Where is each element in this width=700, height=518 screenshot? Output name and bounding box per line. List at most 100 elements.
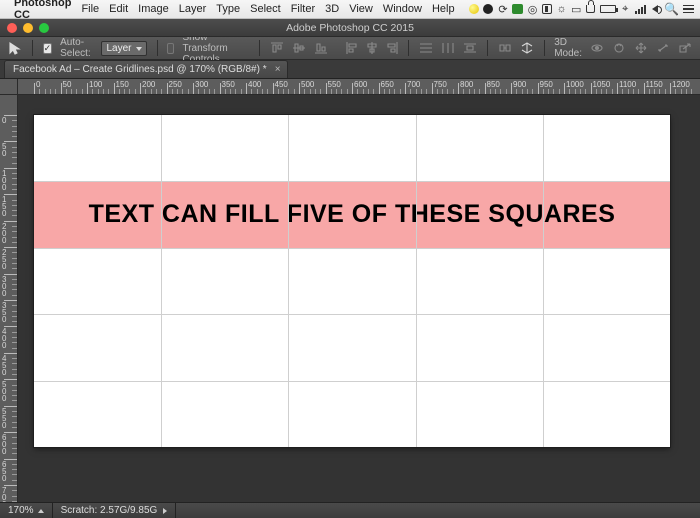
- show-transform-checkbox[interactable]: [167, 43, 174, 54]
- auto-select-checkbox[interactable]: ✓: [43, 43, 53, 54]
- canvas-text: TEXT CAN FILL FIVE OF THESE SQUARES: [89, 200, 616, 229]
- document-tab[interactable]: Facebook Ad – Create Gridlines.psd @ 170…: [4, 60, 288, 78]
- options-bar: ✓ Auto-Select: Layer Show Transform Cont…: [0, 37, 700, 60]
- lock-icon[interactable]: [585, 2, 596, 16]
- align-vertical-centers-icon[interactable]: [292, 40, 306, 56]
- distribute-top-icon[interactable]: [419, 40, 433, 56]
- status-bar: 170% Scratch: 2.57G/9.85G: [0, 502, 700, 518]
- menu-3d[interactable]: 3D: [325, 3, 339, 15]
- canvas-viewport[interactable]: TEXT CAN FILL FIVE OF THESE SQUARES: [18, 95, 700, 502]
- highlighted-grid-row: TEXT CAN FILL FIVE OF THESE SQUARES: [34, 181, 670, 247]
- gridline-horizontal: [34, 248, 670, 249]
- menu-image[interactable]: Image: [138, 3, 169, 15]
- close-tab-icon[interactable]: ×: [275, 64, 281, 75]
- gridline-vertical: [161, 115, 162, 447]
- ruler-tick-label: 500: [301, 80, 314, 89]
- move-tool-icon[interactable]: [8, 40, 22, 56]
- menu-edit[interactable]: Edit: [109, 3, 128, 15]
- gridline-horizontal: [34, 314, 670, 315]
- ruler-tick-label: 950: [540, 80, 553, 89]
- document-tab-label: Facebook Ad – Create Gridlines.psd @ 170…: [13, 64, 267, 75]
- ruler-tick-label: 200: [2, 223, 12, 244]
- chrome-icon[interactable]: ◎: [527, 2, 538, 16]
- app-menu[interactable]: Photoshop CC: [14, 0, 71, 21]
- align-top-edges-icon[interactable]: [270, 40, 284, 56]
- canvas[interactable]: TEXT CAN FILL FIVE OF THESE SQUARES: [34, 115, 670, 447]
- menu-help[interactable]: Help: [432, 3, 455, 15]
- ruler-tick-label: 700: [2, 487, 12, 502]
- ruler-tick-label: 650: [2, 461, 12, 482]
- distribute-bottom-icon[interactable]: [463, 40, 477, 56]
- status-icon[interactable]: [469, 2, 480, 16]
- vertical-ruler[interactable]: 0501001502002503003504004505005506006507…: [0, 95, 18, 502]
- wifi-icon[interactable]: [635, 2, 646, 16]
- menu-window[interactable]: Window: [383, 3, 422, 15]
- ruler-tick-label: 300: [2, 276, 12, 297]
- ruler-tick-label: 500: [2, 381, 12, 402]
- workspace: 0501001502002503003504004505005506006507…: [0, 79, 700, 502]
- menu-type[interactable]: Type: [216, 3, 240, 15]
- auto-select-target-dropdown[interactable]: Layer: [101, 41, 147, 56]
- document-tab-strip: Facebook Ad – Create Gridlines.psd @ 170…: [0, 60, 700, 79]
- ruler-tick-label: 0: [36, 80, 40, 89]
- align-bottom-edges-icon[interactable]: [314, 40, 328, 56]
- status-icon[interactable]: [483, 2, 494, 16]
- ruler-tick-label: 250: [2, 249, 12, 270]
- chevron-up-icon: [38, 509, 44, 513]
- auto-align-icon[interactable]: [498, 40, 512, 56]
- ruler-tick-label: 600: [2, 434, 12, 455]
- ruler-tick-label: 800: [460, 80, 473, 89]
- ruler-tick-label: 350: [222, 80, 235, 89]
- ruler-tick-label: 450: [2, 355, 12, 376]
- menu-layer[interactable]: Layer: [179, 3, 207, 15]
- ruler-tick-label: 1000: [566, 80, 584, 89]
- battery-icon[interactable]: [600, 2, 616, 16]
- volume-icon[interactable]: [650, 2, 661, 16]
- bluetooth-icon[interactable]: ⌖: [620, 2, 631, 16]
- 3d-pan-icon[interactable]: [634, 40, 648, 56]
- ruler-tick-label: 1150: [646, 80, 663, 89]
- align-left-edges-icon[interactable]: [346, 40, 358, 56]
- ruler-tick-label: 1050: [593, 80, 611, 89]
- 3d-slide-icon[interactable]: [656, 40, 670, 56]
- ruler-tick-label: 50: [63, 80, 72, 89]
- status-icon[interactable]: ⟳: [498, 2, 509, 16]
- ruler-tick-label: 100: [89, 80, 102, 89]
- auto-select-label: Auto-Select:: [60, 37, 92, 59]
- notification-center-icon[interactable]: [683, 2, 694, 16]
- 3d-roll-icon[interactable]: [612, 40, 626, 56]
- distribute-vcenter-icon[interactable]: [441, 40, 455, 56]
- menu-view[interactable]: View: [349, 3, 373, 15]
- menu-filter[interactable]: Filter: [291, 3, 315, 15]
- ruler-tick-label: 600: [354, 80, 367, 89]
- 3d-orbit-icon[interactable]: [590, 40, 604, 56]
- gridline-horizontal: [34, 381, 670, 382]
- 3d-scale-icon[interactable]: [678, 40, 692, 56]
- ruler-tick-label: 0: [2, 117, 12, 124]
- align-horizontal-centers-icon[interactable]: [366, 40, 378, 56]
- flux-icon[interactable]: ☼: [556, 2, 567, 16]
- mode-3d-label: 3D Mode:: [554, 37, 582, 59]
- ruler-tick-label: 850: [487, 80, 500, 89]
- status-info[interactable]: Scratch: 2.57G/9.85G: [53, 503, 177, 518]
- macos-menubar: Photoshop CC File Edit Image Layer Type …: [0, 0, 700, 19]
- dropbox-icon[interactable]: [542, 2, 553, 16]
- gridline-vertical: [416, 115, 417, 447]
- ruler-tick-label: 650: [381, 80, 394, 89]
- app-titlebar: Adobe Photoshop CC 2015: [0, 19, 700, 37]
- ruler-tick-label: 900: [513, 80, 526, 89]
- display-icon[interactable]: ▭: [571, 2, 582, 16]
- menu-select[interactable]: Select: [250, 3, 281, 15]
- align-right-edges-icon[interactable]: [386, 40, 398, 56]
- zoom-level[interactable]: 170%: [0, 503, 53, 518]
- spotlight-icon[interactable]: 🔍: [664, 2, 679, 16]
- toggle-3d-icon[interactable]: [520, 40, 534, 56]
- ruler-tick-label: 1200: [672, 80, 690, 89]
- ruler-origin[interactable]: [0, 79, 18, 95]
- evernote-icon[interactable]: [512, 2, 523, 16]
- horizontal-ruler[interactable]: 0501001502002503003504004505005506006507…: [18, 79, 700, 95]
- menu-file[interactable]: File: [81, 3, 99, 15]
- app-title: Adobe Photoshop CC 2015: [0, 22, 700, 34]
- ruler-tick-label: 1100: [619, 80, 636, 89]
- ruler-tick-label: 250: [169, 80, 182, 89]
